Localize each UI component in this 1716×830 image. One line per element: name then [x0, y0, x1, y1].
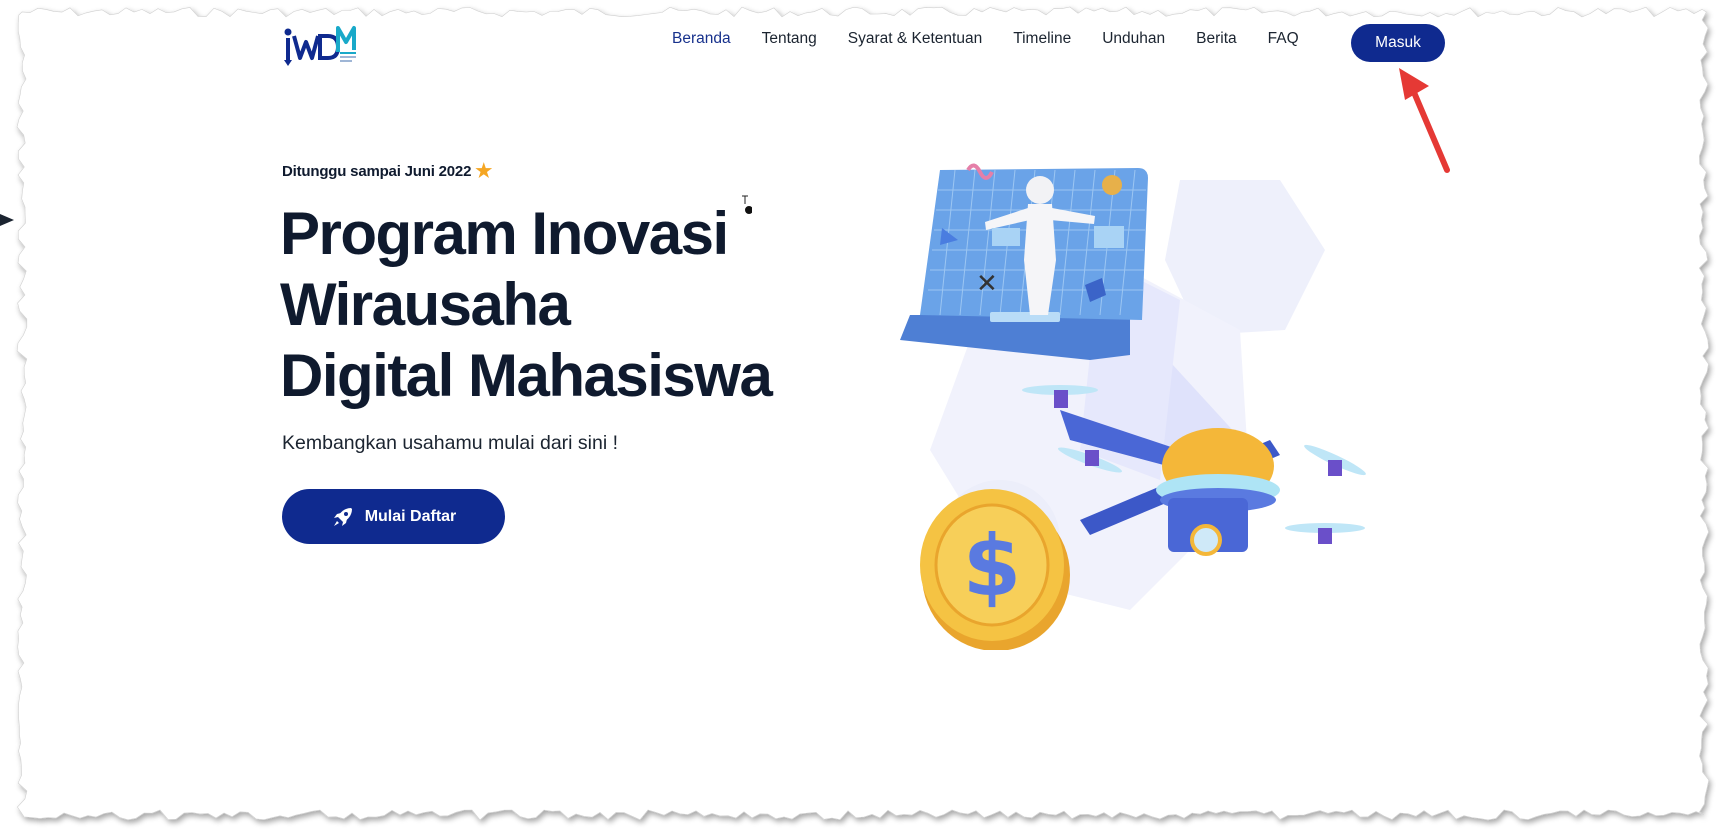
hero-title-line-3: Digital Mahasiswa [280, 342, 773, 409]
grid-screen-illustration: ✕ [900, 163, 1148, 360]
nav-item-berita[interactable]: Berita [1196, 30, 1237, 48]
web-page: Beranda Tentang Syarat & Ketentuan Timel… [0, 0, 1716, 830]
nav-item-unduhan[interactable]: Unduhan [1102, 30, 1165, 48]
iwdm-logo[interactable] [282, 22, 360, 66]
rocket-icon [333, 507, 352, 526]
nav-item-beranda[interactable]: Beranda [672, 30, 731, 48]
svg-text:✕: ✕ [976, 269, 998, 299]
hero-title-line-2: Wirausaha [280, 271, 571, 338]
screenshot-canvas: Beranda Tentang Syarat & Ketentuan Timel… [0, 0, 1716, 830]
hero-subtitle: Kembangkan usahamu mulai dari sini ! [282, 432, 619, 454]
nav-item-timeline[interactable]: Timeline [1013, 30, 1071, 48]
main-nav: Beranda Tentang Syarat & Ketentuan Timel… [672, 30, 1330, 48]
hero-title-line-1: Program Inovasi [280, 200, 729, 267]
annotation-arrow-icon [1399, 68, 1450, 173]
nav-item-faq[interactable]: FAQ [1268, 30, 1299, 48]
text-cursor-icon [742, 195, 752, 214]
hero-title: Program Inovasi Wirausaha Digital Mahasi… [280, 198, 860, 411]
star-icon: ★ [475, 161, 493, 182]
left-pointer-icon [0, 214, 14, 226]
start-register-button[interactable]: Mulai Daftar [282, 489, 505, 544]
nav-item-syarat-ketentuan[interactable]: Syarat & Ketentuan [848, 30, 982, 48]
login-button[interactable]: Masuk [1351, 24, 1445, 62]
hero-illustration: ✕ $ [900, 163, 1366, 650]
svg-text:$: $ [963, 517, 1021, 615]
nav-item-tentang[interactable]: Tentang [762, 30, 817, 48]
eyebrow-text: Ditunggu sampai Juni 2022 [282, 163, 472, 180]
hero-eyebrow: Ditunggu sampai Juni 2022 ★ [282, 162, 492, 181]
start-register-label: Mulai Daftar [364, 507, 457, 525]
